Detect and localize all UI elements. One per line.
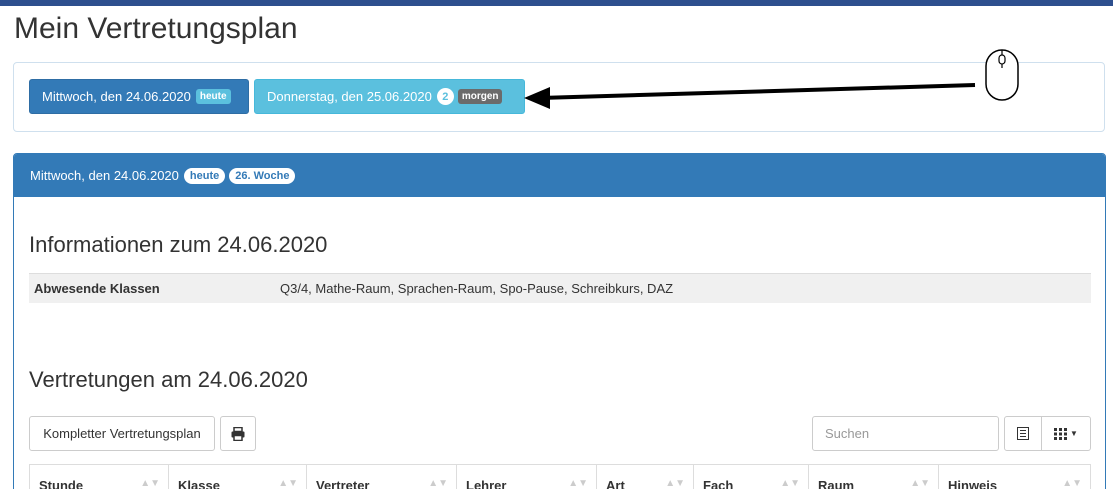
- panel-heading: Mittwoch, den 24.06.2020 heute 26. Woche: [14, 154, 1105, 197]
- sort-icon: ▲▼: [665, 478, 685, 489]
- col-header[interactable]: Lehrer ▲▼: [457, 465, 597, 489]
- sort-icon: ▲▼: [140, 478, 160, 489]
- col-header[interactable]: Klasse ▲▼: [169, 465, 307, 489]
- sort-icon: ▲▼: [780, 478, 800, 489]
- sort-icon: ▲▼: [910, 478, 930, 489]
- list-view-button[interactable]: [1004, 416, 1042, 451]
- count-badge: 2: [436, 88, 454, 105]
- columns-toggle-button[interactable]: ▼: [1041, 416, 1091, 451]
- grid-icon: [1054, 427, 1068, 440]
- sort-icon: ▲▼: [428, 478, 448, 489]
- print-button[interactable]: [220, 416, 256, 451]
- today-badge: heute: [195, 89, 231, 104]
- tomorrow-badge: morgen: [457, 89, 503, 104]
- sort-icon: ▲▼: [568, 478, 588, 489]
- col-header[interactable]: Hinweis ▲▼: [939, 465, 1091, 489]
- page-title: Mein Vertretungsplan: [14, 12, 298, 45]
- mouse-icon: [985, 49, 1019, 101]
- week-pill: 26. Woche: [229, 167, 296, 184]
- full-plan-button[interactable]: Kompletter Vertretungsplan: [29, 416, 215, 451]
- day-button-tomorrow[interactable]: Donnerstag, den 25.06.2020 2 morgen: [254, 79, 525, 114]
- panel-date: Mittwoch, den 24.06.2020: [30, 168, 179, 183]
- day-label: Donnerstag, den 25.06.2020: [267, 89, 432, 104]
- vertretungen-heading: Vertretungen am 24.06.2020: [29, 367, 308, 392]
- info-value: Q3/4, Mathe-Raum, Sprachen-Raum, Spo-Pau…: [280, 281, 674, 296]
- col-header[interactable]: Fach ▲▼: [694, 465, 809, 489]
- table-header: Stunde ▲▼ Klasse ▲▼ Vertreter ▲▼ Lehrer ▲▼ A…: [29, 464, 1091, 489]
- top-bar: [0, 0, 1113, 6]
- sort-icon: ▲▼: [1062, 478, 1082, 489]
- col-header[interactable]: Raum ▲▼: [809, 465, 939, 489]
- info-heading: Informationen zum 24.06.2020: [29, 232, 328, 257]
- col-header[interactable]: Stunde ▲▼: [29, 465, 169, 489]
- search-input[interactable]: [812, 416, 999, 451]
- today-pill: heute: [183, 167, 226, 184]
- list-icon: [1017, 427, 1029, 440]
- info-row: Abwesende Klassen Q3/4, Mathe-Raum, Spra…: [29, 273, 1091, 303]
- col-header[interactable]: Vertreter ▲▼: [307, 465, 457, 489]
- day-label: Mittwoch, den 24.06.2020: [42, 89, 191, 104]
- day-button-today[interactable]: Mittwoch, den 24.06.2020 heute: [29, 79, 249, 114]
- print-icon: [231, 426, 245, 441]
- sort-icon: ▲▼: [278, 478, 298, 489]
- caret-down-icon: ▼: [1070, 429, 1078, 438]
- pointer-arrow-annotation: [524, 49, 1019, 109]
- info-key: Abwesende Klassen: [34, 281, 160, 296]
- col-header[interactable]: Art ▲▼: [597, 465, 694, 489]
